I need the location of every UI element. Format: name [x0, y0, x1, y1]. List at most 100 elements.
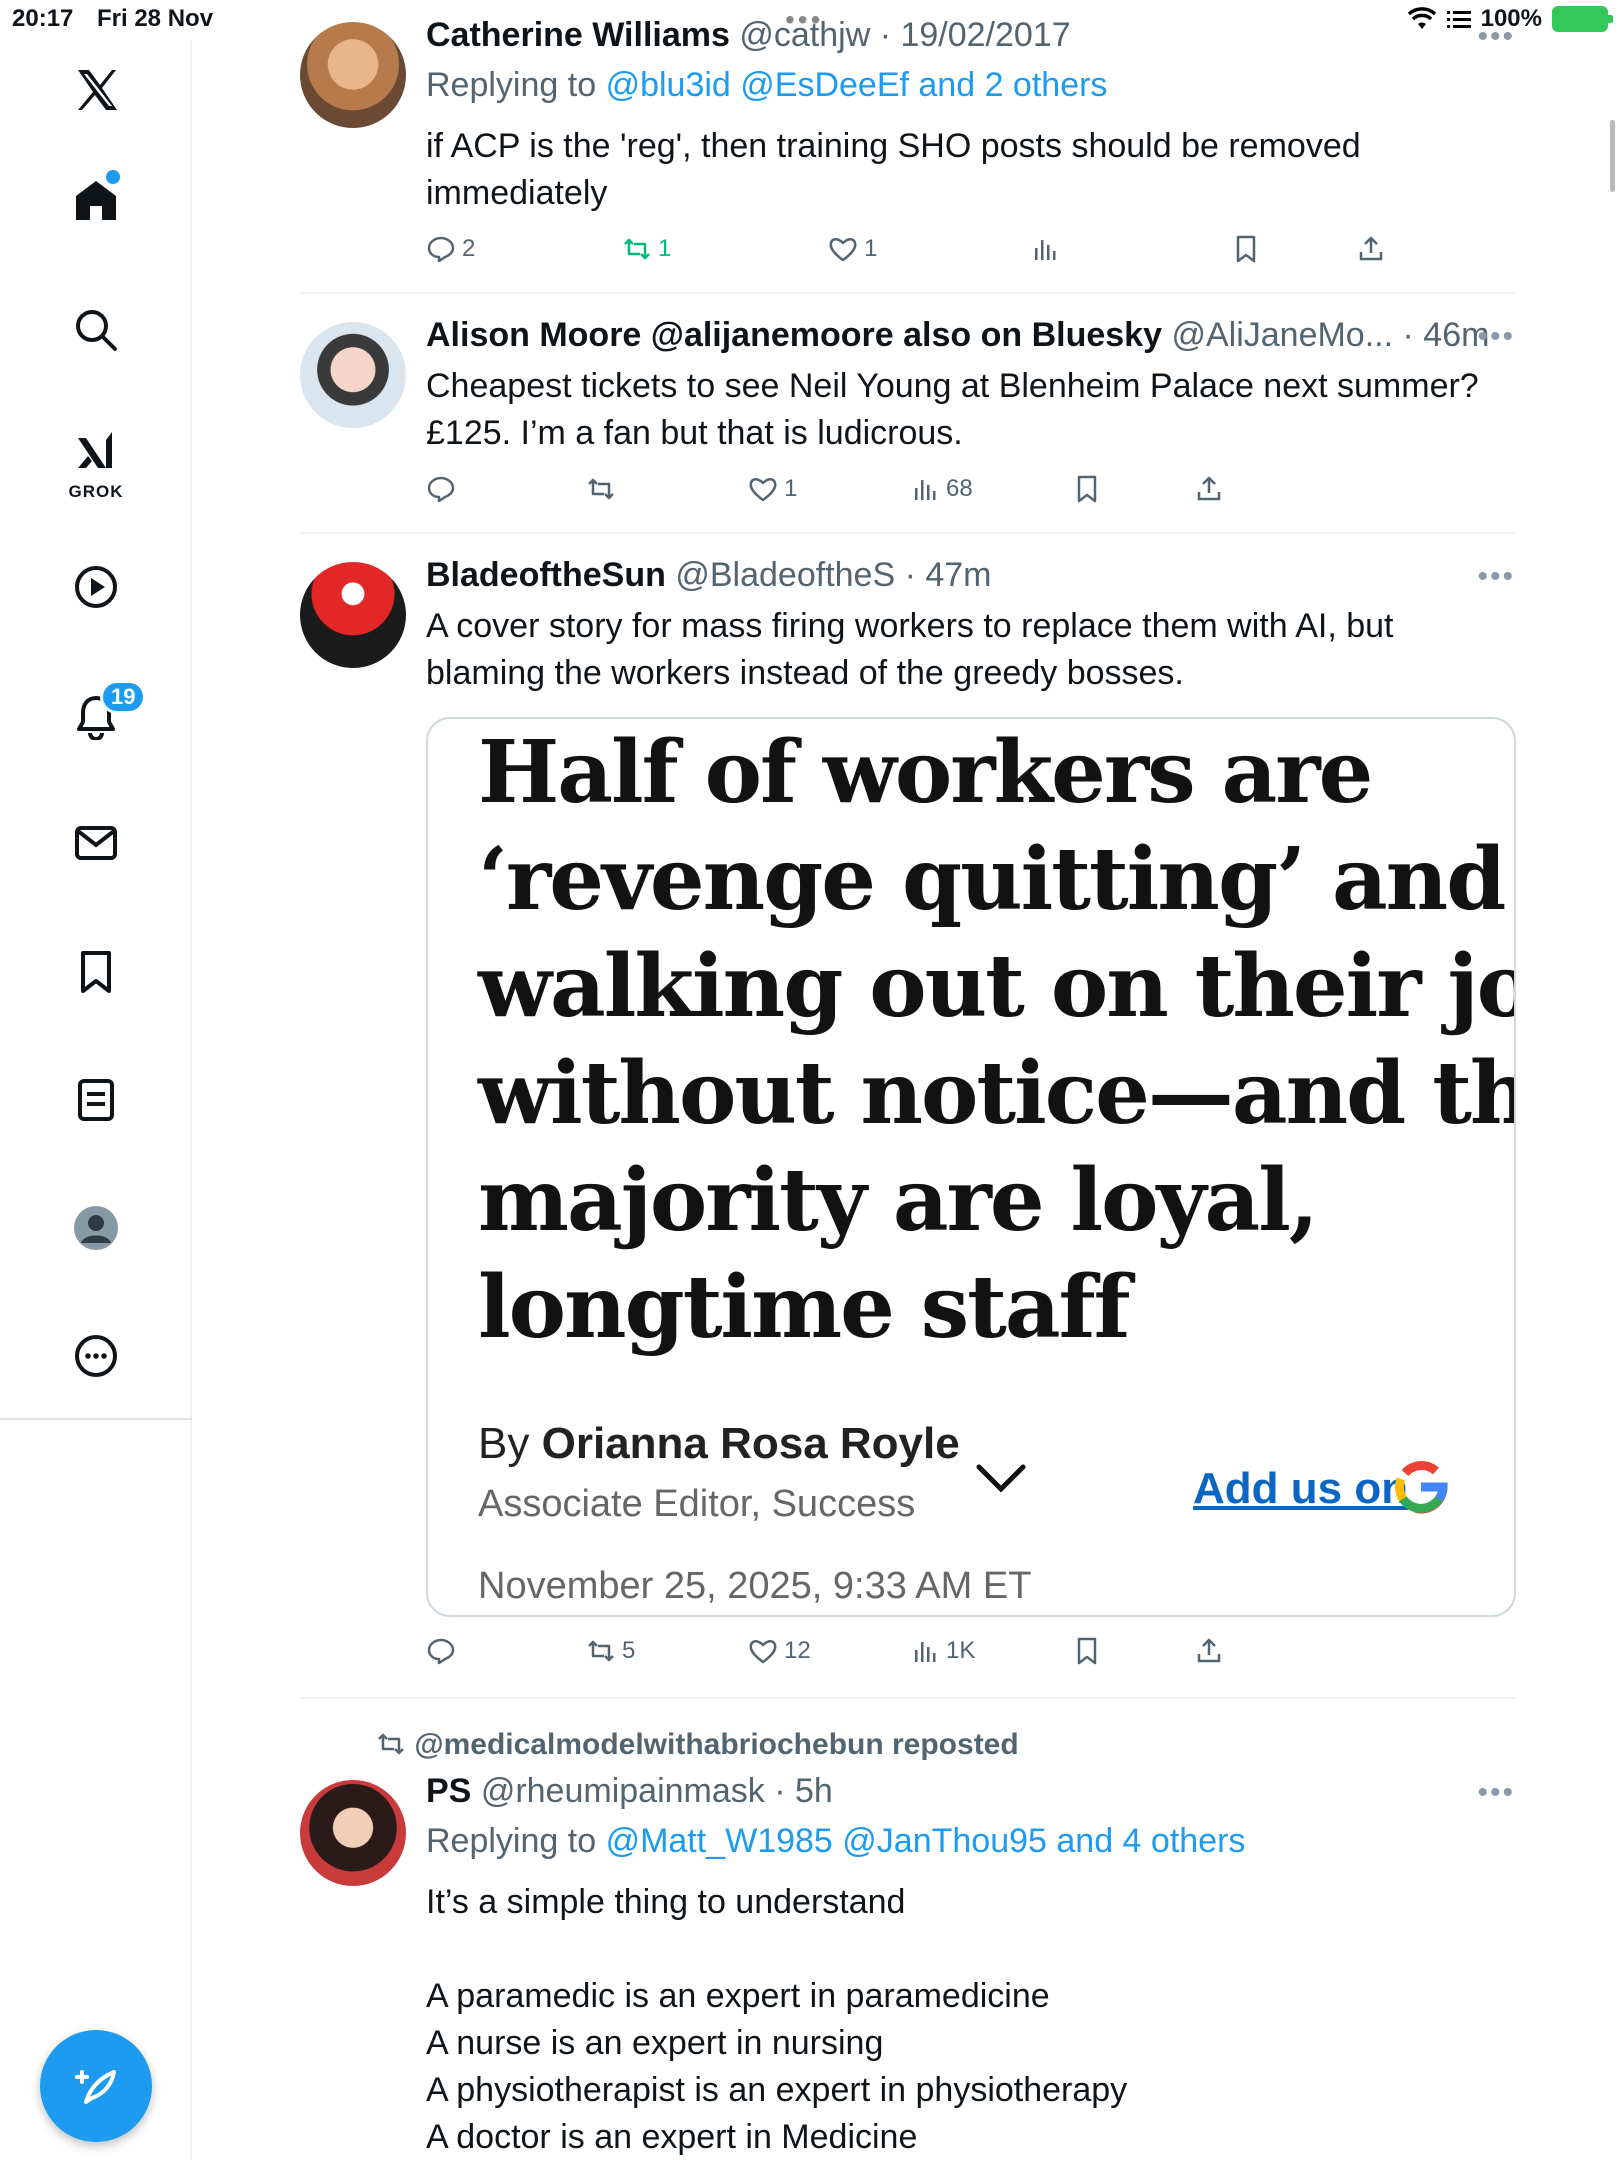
- tweet-more-button[interactable]: •••: [1477, 320, 1515, 354]
- reply-icon: [427, 476, 455, 503]
- tweet-text: Cheapest tickets to see Neil Young at Bl…: [426, 367, 1479, 452]
- tweet-text: A cover story for mass firing workers to…: [426, 607, 1394, 692]
- grok-icon: [78, 432, 112, 468]
- repost-button[interactable]: [586, 474, 616, 504]
- author-name[interactable]: Catherine Williams: [426, 16, 730, 54]
- reply-button[interactable]: [426, 1636, 456, 1666]
- headline-line: ‘revenge quitting’ and: [478, 829, 1506, 930]
- author-name[interactable]: PS: [426, 1772, 471, 1810]
- sidebar-item-messages[interactable]: [48, 803, 144, 883]
- tweet-actions: 1 68: [426, 474, 1426, 522]
- tweet-time[interactable]: 47m: [925, 556, 991, 594]
- tweet-text-gap: [426, 1926, 1506, 1973]
- tweet-divider: [300, 1697, 1515, 1699]
- sidebar-item-profile[interactable]: [48, 1188, 144, 1268]
- author-handle[interactable]: @AliJaneMo...: [1171, 316, 1393, 354]
- reply-count: 2: [462, 235, 476, 262]
- tweet-text: It’s a simple thing to understand A para…: [426, 1879, 1506, 2160]
- google-logo-icon: [1394, 1460, 1448, 1514]
- article-image-card[interactable]: Half of workers are ‘revenge quitting’ a…: [426, 717, 1516, 1617]
- avatar[interactable]: [300, 1780, 406, 1886]
- byline-by: By: [478, 1419, 530, 1468]
- battery-icon: [1552, 6, 1613, 32]
- sidebar-item-home[interactable]: [48, 160, 144, 240]
- sidebar-item-lists[interactable]: [48, 1060, 144, 1140]
- sidebar: GROK 19: [0, 40, 192, 2160]
- author-handle[interactable]: @rheumipainmask: [481, 1772, 765, 1810]
- tweet[interactable]: PS @rheumipainmask · 5h ••• Replying to …: [300, 1772, 1515, 2160]
- avatar[interactable]: [300, 562, 406, 668]
- reply-button[interactable]: [426, 474, 456, 504]
- author-handle[interactable]: @cathjw: [739, 16, 870, 54]
- tweet-more-button[interactable]: •••: [1477, 1776, 1515, 1810]
- repost-icon: [588, 1640, 614, 1662]
- author-name[interactable]: Alison Moore @alijanemoore also on Blues…: [426, 316, 1162, 354]
- x-logo-icon[interactable]: [48, 50, 144, 130]
- tweet-text-line: It’s a simple thing to understand: [426, 1883, 906, 1921]
- sidebar-item-video[interactable]: [48, 547, 144, 627]
- replying-to-link[interactable]: @Matt_W1985 @JanThou95 and 4 others: [606, 1822, 1246, 1860]
- bookmark-button[interactable]: [1072, 1636, 1102, 1666]
- tweet-text-line: A physiotherapist is an expert in physio…: [426, 2071, 1128, 2109]
- views-button[interactable]: [1030, 234, 1060, 264]
- tweet-more-button[interactable]: •••: [1477, 560, 1515, 594]
- tweet[interactable]: Catherine Williams @cathjw · 19/02/2017 …: [300, 16, 1515, 290]
- article-date: November 25, 2025, 9:33 AM ET: [478, 1565, 1032, 1607]
- tweet[interactable]: Alison Moore @alijanemoore also on Blues…: [300, 316, 1515, 530]
- bookmark-button[interactable]: [1072, 474, 1102, 504]
- views-button[interactable]: 1K: [910, 1636, 975, 1666]
- reply-button[interactable]: 2: [426, 234, 475, 264]
- replying-to-link[interactable]: @blu3id @EsDeeEf and 2 others: [606, 66, 1108, 104]
- reposted-by-line[interactable]: @medicalmodelwithabriochebun reposted: [376, 1728, 1019, 1762]
- replying-prefix: Replying to: [426, 66, 597, 104]
- scrollbar[interactable]: [1610, 120, 1615, 192]
- views-icon: [1035, 240, 1056, 260]
- author-name[interactable]: BladeoftheSun: [426, 556, 666, 594]
- avatar[interactable]: [300, 22, 406, 128]
- tweet-time[interactable]: 5h: [795, 1772, 833, 1810]
- repost-button[interactable]: 1: [622, 234, 671, 264]
- sidebar-item-bookmarks[interactable]: [48, 932, 144, 1012]
- repost-button[interactable]: 5: [586, 1636, 635, 1666]
- like-button[interactable]: 12: [748, 1636, 811, 1666]
- notification-badge: 19: [100, 680, 147, 714]
- repost-icon: [588, 478, 614, 500]
- sidebar-item-grok[interactable]: GROK: [48, 420, 144, 501]
- add-us-link: Add us on: [1193, 1464, 1409, 1513]
- heart-icon: [749, 478, 777, 502]
- headline-line: walking out on their jobs: [478, 936, 1514, 1037]
- views-count: 1K: [946, 1637, 976, 1664]
- tweet[interactable]: BladeoftheSun @BladeoftheS · 47m ••• A c…: [300, 556, 1516, 1690]
- more-icon: [75, 1335, 117, 1377]
- share-button[interactable]: [1194, 1636, 1224, 1666]
- author-handle[interactable]: @BladeoftheS: [675, 556, 895, 594]
- tweet-more-button[interactable]: •••: [1477, 20, 1515, 54]
- bookmark-button[interactable]: [1231, 234, 1261, 264]
- reply-icon: [427, 236, 455, 263]
- like-button[interactable]: 1: [748, 474, 797, 504]
- views-count: 68: [946, 475, 973, 502]
- repost-icon: [378, 1733, 404, 1755]
- share-icon: [1197, 1638, 1221, 1663]
- like-button[interactable]: 1: [828, 234, 877, 264]
- share-button[interactable]: [1356, 234, 1386, 264]
- grok-label: GROK: [68, 482, 124, 501]
- avatar[interactable]: [300, 322, 406, 428]
- repost-count: 1: [658, 235, 672, 262]
- headline-line: longtime staff: [478, 1257, 1131, 1358]
- bookmark-icon: [1077, 475, 1097, 503]
- sidebar-item-notifications[interactable]: 19: [48, 676, 147, 756]
- play-icon: [75, 566, 117, 608]
- sidebar-item-search[interactable]: [48, 290, 144, 370]
- tweet-time[interactable]: 19/02/2017: [900, 16, 1070, 54]
- compose-button[interactable]: [40, 2030, 152, 2142]
- tweet-text-line: A paramedic is an expert in paramedicine: [426, 1977, 1050, 2015]
- bookmark-icon: [81, 951, 111, 993]
- sidebar-item-more[interactable]: [48, 1316, 144, 1396]
- tweet-actions: 5 12 1K: [426, 1636, 1426, 1684]
- views-button[interactable]: 68: [910, 474, 973, 504]
- tweet-divider: [300, 292, 1515, 294]
- repost-icon: [624, 238, 650, 260]
- share-button[interactable]: [1194, 474, 1224, 504]
- views-icon: [915, 480, 936, 500]
